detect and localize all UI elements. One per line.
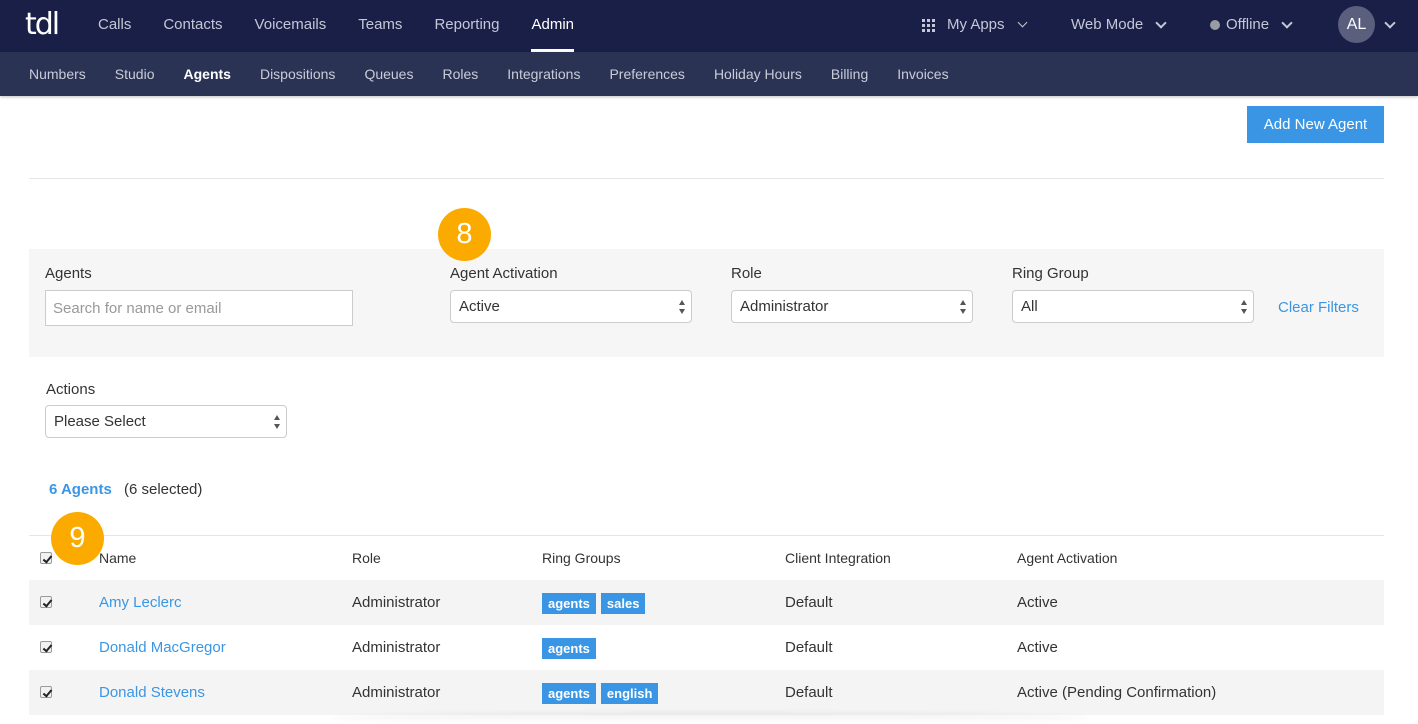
role-select[interactable]: Administrator	[731, 290, 973, 323]
subnav-preferences[interactable]: Preferences	[609, 52, 684, 96]
client-integration: Default	[785, 639, 833, 656]
agent-name-link[interactable]: Donald Stevens	[99, 670, 205, 715]
subnav-billing[interactable]: Billing	[831, 52, 868, 96]
nav-reporting[interactable]: Reporting	[434, 0, 499, 52]
header-client-integration[interactable]: Client Integration	[785, 536, 891, 581]
select-arrows-icon	[679, 300, 686, 314]
role-value: Administrator	[740, 298, 829, 315]
agent-activation: Active	[1017, 639, 1058, 656]
status-label: Offline	[1226, 16, 1270, 33]
client-integration: Default	[785, 594, 833, 611]
nav-contacts[interactable]: Contacts	[163, 0, 222, 52]
role-filter-label: Role	[731, 265, 762, 282]
header-role[interactable]: Role	[352, 536, 381, 581]
scroll-shadow	[330, 712, 1090, 724]
ring-group-value: All	[1021, 298, 1038, 315]
agent-activation-label: Agent Activation	[450, 265, 558, 282]
select-arrows-icon	[274, 415, 281, 429]
agent-activation-select[interactable]: Active	[450, 290, 692, 323]
ring-group-tags: agents	[542, 625, 601, 670]
header-agent-activation[interactable]: Agent Activation	[1017, 536, 1117, 581]
main-nav: Calls Contacts Voicemails Teams Reportin…	[98, 0, 606, 52]
row-checkbox[interactable]	[40, 686, 52, 698]
subnav-roles[interactable]: Roles	[442, 52, 478, 96]
nav-admin[interactable]: Admin	[531, 0, 574, 52]
agent-role: Administrator	[352, 639, 441, 656]
table-row: Amy Leclerc Administrator agents sales De…	[29, 580, 1384, 625]
subnav-queues[interactable]: Queues	[364, 52, 413, 96]
subnav-integrations[interactable]: Integrations	[507, 52, 580, 96]
chevron-down-icon	[1155, 16, 1167, 29]
nav-calls[interactable]: Calls	[98, 0, 131, 52]
row-checkbox[interactable]	[40, 641, 52, 653]
subnav-invoices[interactable]: Invoices	[897, 52, 948, 96]
selected-count: (6 selected)	[124, 481, 203, 498]
app-logo[interactable]: tdl	[25, 8, 60, 42]
agent-name-link[interactable]: Amy Leclerc	[99, 580, 182, 625]
agent-role: Administrator	[352, 684, 441, 701]
select-all-checkbox[interactable]	[40, 552, 52, 564]
header-name[interactable]: Name	[99, 536, 136, 581]
row-checkbox[interactable]	[40, 596, 52, 608]
step-badge-9: 9	[51, 512, 104, 565]
client-integration: Default	[785, 684, 833, 701]
subnav-agents[interactable]: Agents	[184, 52, 231, 96]
agent-count-link[interactable]: 6 Agents	[49, 481, 112, 498]
nav-teams[interactable]: Teams	[358, 0, 402, 52]
ring-group-tags: agents english	[542, 670, 663, 715]
step-badge-8: 8	[438, 208, 491, 261]
top-navigation-bar: tdl Calls Contacts Voicemails Teams Repo…	[0, 0, 1418, 52]
chevron-down-icon	[1384, 16, 1396, 29]
table-header: Name Role Ring Groups Client Integration…	[29, 535, 1384, 580]
web-mode-label: Web Mode	[1071, 16, 1144, 33]
admin-subnav: Numbers Studio Agents Dispositions Queue…	[0, 52, 1418, 96]
subnav-numbers[interactable]: Numbers	[29, 52, 86, 96]
subnav-dispositions[interactable]: Dispositions	[260, 52, 335, 96]
chevron-down-icon	[1017, 17, 1027, 28]
agents-table: Name Role Ring Groups Client Integration…	[29, 535, 1384, 715]
agent-activation: Active (Pending Confirmation)	[1017, 684, 1217, 701]
clear-filters-link[interactable]: Clear Filters	[1278, 299, 1359, 316]
agent-activation: Active	[1017, 594, 1058, 611]
ring-group-tag: agents	[542, 682, 596, 704]
chevron-down-icon	[1281, 16, 1293, 29]
agents-filter-label: Agents	[45, 265, 92, 282]
header-ring-groups[interactable]: Ring Groups	[542, 536, 621, 581]
my-apps-menu[interactable]: My Apps	[922, 0, 1027, 50]
actions-value: Please Select	[54, 413, 146, 430]
agent-activation-value: Active	[459, 298, 500, 315]
select-arrows-icon	[1241, 300, 1248, 314]
subnav-holiday-hours[interactable]: Holiday Hours	[714, 52, 802, 96]
add-new-agent-button[interactable]: Add New Agent	[1247, 106, 1384, 143]
agent-role: Administrator	[352, 594, 441, 611]
agent-search-input[interactable]	[45, 290, 353, 326]
status-menu[interactable]: Offline	[1210, 0, 1293, 50]
ring-group-tag: agents	[542, 592, 596, 614]
agent-name-link[interactable]: Donald MacGregor	[99, 625, 226, 670]
nav-voicemails[interactable]: Voicemails	[255, 0, 327, 52]
subnav-studio[interactable]: Studio	[115, 52, 155, 96]
actions-select[interactable]: Please Select	[45, 405, 287, 438]
table-row: Donald MacGregor Administrator agents De…	[29, 625, 1384, 670]
web-mode-menu[interactable]: Web Mode	[1071, 0, 1167, 50]
ring-group-tag: agents	[542, 637, 596, 659]
user-avatar[interactable]: AL	[1338, 6, 1375, 43]
actions-label: Actions	[46, 381, 96, 398]
user-menu-toggle[interactable]	[1372, 0, 1396, 50]
select-arrows-icon	[960, 300, 967, 314]
status-dot-icon	[1210, 20, 1220, 30]
ring-group-tag: sales	[600, 592, 646, 614]
table-row: Donald Stevens Administrator agents engli…	[29, 670, 1384, 715]
ring-group-filter-label: Ring Group	[1012, 265, 1089, 282]
ring-group-tags: agents sales	[542, 580, 650, 625]
ring-group-select[interactable]: All	[1012, 290, 1254, 323]
divider	[29, 178, 1384, 179]
ring-group-tag: english	[600, 682, 659, 704]
my-apps-label: My Apps	[947, 16, 1005, 33]
grid-icon	[922, 18, 935, 32]
